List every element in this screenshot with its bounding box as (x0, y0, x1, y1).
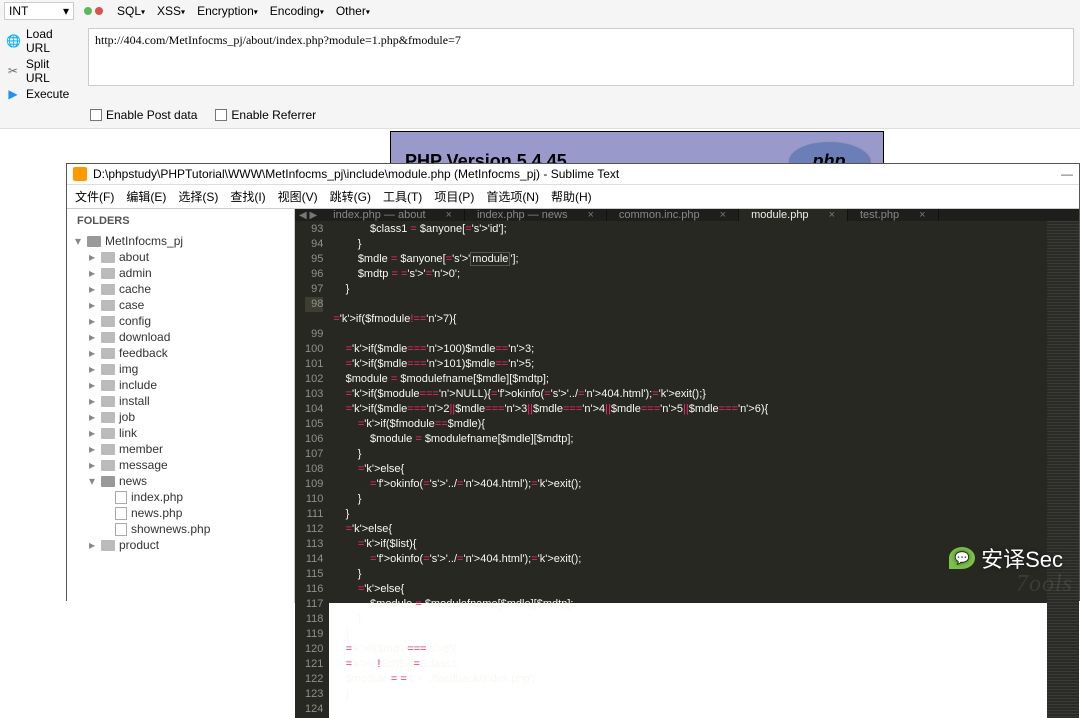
tab-index-php-about[interactable]: index.php — about× (321, 209, 465, 221)
menu-edit[interactable]: 编辑(E) (126, 188, 166, 205)
enable-referrer-checkbox[interactable]: Enable Referrer (215, 108, 316, 122)
menu-help[interactable]: 帮助(H) (551, 188, 592, 205)
execute-button[interactable]: ▶Execute (2, 86, 80, 102)
close-icon[interactable]: × (919, 209, 925, 221)
tab-module-php[interactable]: module.php× (739, 209, 848, 221)
menu-encryption[interactable]: Encryption▾ (193, 4, 262, 18)
tree-folder-about[interactable]: ▸about (67, 249, 294, 265)
tab-index-php-news[interactable]: index.php — news× (465, 209, 607, 221)
sidebar: FOLDERS ▾MetInfocms_pj▸about▸admin▸cache… (67, 209, 295, 603)
menu-xss[interactable]: XSS▾ (153, 4, 189, 18)
url-input[interactable] (88, 28, 1074, 86)
status-dots (84, 7, 103, 15)
menu-other[interactable]: Other▾ (332, 4, 374, 18)
tree-root[interactable]: ▾MetInfocms_pj (67, 233, 294, 249)
line-gutter: 93 94 95 96 97 98 99 100 101 102 103 104… (295, 221, 329, 718)
split-url-button[interactable]: ✂Split URL (2, 56, 80, 86)
tree-file-index-php[interactable]: index.php (67, 489, 294, 505)
tree-folder-cache[interactable]: ▸cache (67, 281, 294, 297)
tab-common-inc-php[interactable]: common.inc.php× (607, 209, 739, 221)
tab-nav-arrows[interactable]: ◀ ▶ (295, 209, 321, 221)
execute-icon: ▶ (6, 87, 20, 101)
hackbar-toolbar: INT▾ SQL▾ XSS▾ Encryption▾ Encoding▾ Oth… (0, 0, 1080, 129)
tree-folder-config[interactable]: ▸config (67, 313, 294, 329)
watermark: 💬 安译Sec (949, 542, 1063, 574)
wechat-icon: 💬 (949, 547, 975, 569)
close-icon[interactable]: × (829, 209, 835, 221)
menu-prefs[interactable]: 首选项(N) (486, 188, 539, 205)
tree-folder-job[interactable]: ▸job (67, 409, 294, 425)
dot-green-icon (84, 7, 92, 15)
menu-sql[interactable]: SQL▾ (113, 4, 149, 18)
tree-folder-include[interactable]: ▸include (67, 377, 294, 393)
menu-project[interactable]: 项目(P) (434, 188, 474, 205)
tree-folder-link[interactable]: ▸link (67, 425, 294, 441)
minimize-button[interactable]: — (1061, 167, 1073, 181)
tree-file-shownews-php[interactable]: shownews.php (67, 521, 294, 537)
tree-folder-download[interactable]: ▸download (67, 329, 294, 345)
load-url-button[interactable]: 🌐Load URL (2, 26, 80, 56)
tree-folder-news[interactable]: ▾news (67, 473, 294, 489)
menu-encoding[interactable]: Encoding▾ (266, 4, 328, 18)
tree-folder-product[interactable]: ▸product (67, 537, 294, 553)
tree-folder-message[interactable]: ▸message (67, 457, 294, 473)
sidebar-header: FOLDERS (67, 209, 294, 233)
close-icon[interactable]: × (446, 209, 452, 221)
menu-view[interactable]: 视图(V) (278, 188, 318, 205)
menu-file[interactable]: 文件(F) (75, 188, 114, 205)
code-area[interactable]: $class1 = $anyone[='s'>'id']; } $mdle = … (329, 221, 1047, 718)
load-icon: 🌐 (6, 34, 20, 48)
menu-select[interactable]: 选择(S) (178, 188, 218, 205)
split-icon: ✂ (6, 64, 20, 78)
tab-bar: ◀ ▶ index.php — about×index.php — news×c… (295, 209, 1079, 221)
int-select[interactable]: INT▾ (4, 2, 74, 20)
dot-red-icon (95, 7, 103, 15)
brand-watermark: 7ools (1016, 571, 1073, 598)
close-icon[interactable]: × (720, 209, 726, 221)
minimap[interactable] (1047, 221, 1079, 718)
tab-test-php[interactable]: test.php× (848, 209, 939, 221)
menu-goto[interactable]: 跳转(G) (330, 188, 371, 205)
tree-folder-install[interactable]: ▸install (67, 393, 294, 409)
tree-folder-member[interactable]: ▸member (67, 441, 294, 457)
tree-folder-case[interactable]: ▸case (67, 297, 294, 313)
tree-folder-feedback[interactable]: ▸feedback (67, 345, 294, 361)
window-title: D:\phpstudy\PHPTutorial\WWW\MetInfocms_p… (93, 167, 619, 181)
window-titlebar: D:\phpstudy\PHPTutorial\WWW\MetInfocms_p… (67, 164, 1079, 185)
sublime-window: D:\phpstudy\PHPTutorial\WWW\MetInfocms_p… (66, 163, 1080, 601)
menu-find[interactable]: 查找(I) (230, 188, 265, 205)
menu-bar: 文件(F) 编辑(E) 选择(S) 查找(I) 视图(V) 跳转(G) 工具(T… (67, 185, 1079, 209)
tree-folder-img[interactable]: ▸img (67, 361, 294, 377)
tree-folder-admin[interactable]: ▸admin (67, 265, 294, 281)
tree-file-news-php[interactable]: news.php (67, 505, 294, 521)
enable-post-checkbox[interactable]: Enable Post data (90, 108, 197, 122)
menu-tools[interactable]: 工具(T) (383, 188, 422, 205)
close-icon[interactable]: × (587, 209, 593, 221)
sublime-icon (73, 167, 87, 181)
